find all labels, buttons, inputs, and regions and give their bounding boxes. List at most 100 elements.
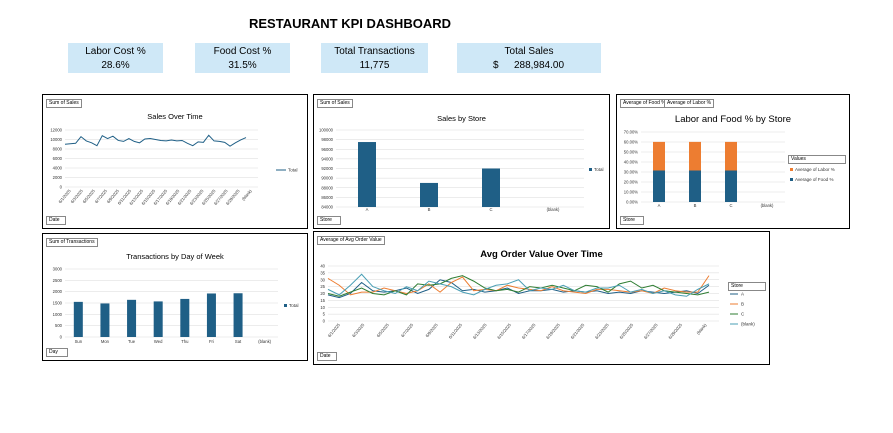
x-tick-label: B — [694, 203, 697, 208]
kpi-total-transactions: Total Transactions 11,775 — [321, 43, 428, 73]
field-button-store[interactable]: Store — [317, 216, 341, 225]
y-tick-label: 88000 — [321, 185, 333, 190]
kpi-value: 31.5% — [228, 60, 257, 71]
y-tick-label: 0.00% — [626, 200, 638, 205]
x-tick-label: C — [729, 203, 732, 208]
x-tick-label: Wed — [154, 339, 163, 344]
y-tick-label: 84000 — [321, 205, 333, 210]
bar-Tue — [127, 299, 137, 337]
kpi-currency: $ — [493, 60, 499, 71]
x-tick-label: Thu — [181, 339, 189, 344]
dashboard-title: RESTAURANT KPI DASHBOARD — [249, 16, 451, 31]
legend-title-values[interactable]: Values — [788, 155, 846, 164]
x-tick-label: 6/25/2025 — [618, 322, 634, 340]
x-tick-label: 6/29/2025 — [667, 322, 683, 340]
field-button-store[interactable]: Store — [620, 216, 644, 225]
y-tick-label: 86000 — [321, 195, 333, 200]
y-tick-label: 500 — [55, 323, 63, 328]
labor-food-panel: Average of Food % Average of Labor % Lab… — [616, 94, 850, 229]
x-tick-label: 6/19/2025 — [545, 322, 561, 340]
x-tick-label: A — [658, 203, 661, 208]
legend-label: Average of Food % — [795, 177, 833, 182]
x-tick-label: 6/11/2025 — [448, 322, 464, 340]
y-tick-label: 35 — [320, 270, 325, 275]
y-tick-label: 4000 — [53, 166, 63, 171]
y-tick-label: 1500 — [53, 301, 63, 306]
y-tick-label: 2000 — [53, 175, 63, 180]
field-button-day[interactable]: Day — [46, 348, 68, 357]
x-tick-label: 6/7/2025 — [400, 322, 415, 338]
x-tick-label: Tue — [128, 339, 136, 344]
y-tick-label: 0 — [60, 335, 63, 340]
sales-by-store-chart: 84000 86000 88000 90000 92000 94000 96000 98000… — [319, 128, 604, 213]
bar-Sat — [233, 293, 243, 337]
x-tick-label: (blank) — [761, 203, 774, 208]
x-tick-label: (blank) — [258, 339, 271, 344]
transactions-dow-panel: Sum of Transactions Transactions by Day … — [42, 233, 308, 361]
bar-C-labor — [725, 141, 737, 171]
bar-Sun — [73, 301, 83, 337]
legend-swatch — [589, 168, 592, 171]
sales-by-store-panel: Sum of Sales Sales by Store 84000 86000 88… — [313, 94, 610, 229]
x-tick-label: Fri — [209, 339, 214, 344]
y-tick-label: 96000 — [321, 147, 333, 152]
bar-A-labor — [653, 141, 665, 171]
y-tick-label: 92000 — [321, 166, 333, 171]
legend-title-store[interactable]: Store — [728, 282, 766, 291]
y-tick-label: 60.00% — [624, 140, 638, 145]
bar-Thu — [180, 298, 190, 337]
y-tick-label: 10.00% — [624, 190, 638, 195]
kpi-total-sales: Total Sales $288,984.00 — [457, 43, 601, 73]
legend-label: A — [741, 292, 744, 297]
x-tick-label: 6/13/2025 — [472, 322, 488, 340]
bar-C — [482, 168, 500, 207]
y-tick-label: 90000 — [321, 176, 333, 181]
kpi-label: Food Cost % — [213, 46, 272, 57]
kpi-label: Total Sales — [504, 46, 554, 57]
y-tick-label: 6000 — [53, 156, 63, 161]
x-tick-label: Sat — [235, 339, 242, 344]
legend-label: Total — [288, 168, 298, 173]
series-line-total — [64, 134, 247, 147]
y-tick-label: 94000 — [321, 156, 333, 161]
bar-A — [358, 142, 376, 207]
y-tick-label: 2500 — [53, 278, 63, 283]
legend-label: C — [741, 312, 745, 317]
bar-B-labor — [689, 141, 701, 171]
y-tick-label: 100000 — [319, 128, 334, 133]
legend-label: (blank) — [741, 322, 755, 327]
x-tick-label: (blank) — [695, 322, 707, 335]
legend-swatch — [790, 168, 793, 171]
y-tick-label: 15 — [320, 298, 325, 303]
bar-Wed — [153, 301, 163, 337]
y-tick-label: 20 — [320, 291, 325, 296]
legend-label: Total — [289, 303, 299, 308]
x-tick-label: 6/1/2025 — [327, 322, 342, 338]
x-tick-label: 6/23/2025 — [594, 322, 610, 340]
y-tick-label: 0 — [60, 185, 63, 190]
field-button-date[interactable]: Date — [317, 352, 337, 361]
x-tick-label: Sun — [75, 339, 83, 344]
y-tick-label: 1000 — [53, 312, 63, 317]
y-tick-label: 2000 — [53, 289, 63, 294]
y-tick-label: 30 — [320, 277, 325, 282]
aov-chart: 0 5 10 15 20 25 30 3540 ABC (blank) 6/1/2025 6/3/20… — [320, 264, 755, 340]
field-button-date[interactable]: Date — [46, 216, 66, 225]
bar-B — [420, 182, 438, 207]
legend-label: Total — [594, 167, 604, 172]
x-tick-label: 6/17/2025 — [521, 322, 537, 340]
x-tick-label: 6/21/2025 — [570, 322, 586, 340]
x-tick-label: 6/3/2025 — [351, 322, 366, 338]
y-tick-label: 12000 — [50, 128, 62, 133]
bar-Mon — [100, 303, 110, 337]
legend-swatch — [284, 304, 287, 307]
y-tick-label: 40.00% — [624, 160, 638, 165]
legend-swatch — [790, 178, 793, 181]
y-tick-label: 10 — [320, 305, 325, 310]
transactions-dow-chart: 0 500 1000 1500 2000 2500 3000 Sun Mon Tue Wed Thu F… — [53, 267, 299, 345]
x-tick-label: (blank) — [547, 207, 560, 212]
bar-B-food — [689, 170, 701, 202]
y-tick-label: 20.00% — [624, 180, 638, 185]
x-tick-label: Mon — [101, 339, 110, 344]
legend-label: Average of Labor % — [795, 167, 835, 172]
